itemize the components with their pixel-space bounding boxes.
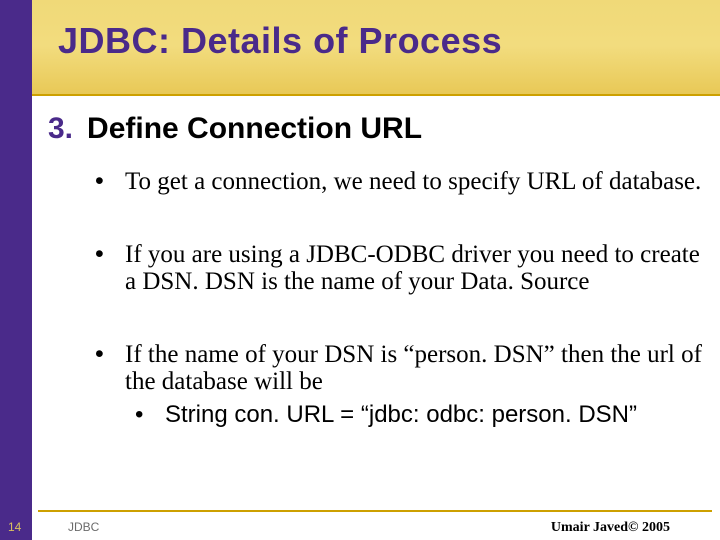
list-item: If the name of your DSN is “person. DSN”… (95, 341, 710, 429)
slide-title: JDBC: Details of Process (58, 20, 502, 62)
left-stripe (0, 0, 32, 540)
list-item: If you are using a JDBC-ODBC driver you … (95, 241, 710, 295)
section-number: 3. (48, 112, 73, 146)
section-heading-row: 3. Define Connection URL (48, 112, 422, 146)
footer-label: JDBC (68, 520, 99, 534)
list-item: To get a connection, we need to specify … (95, 168, 710, 195)
bullet-list: To get a connection, we need to specify … (95, 168, 710, 475)
footer: 14 JDBC Umair Javed© 2005 (0, 510, 720, 540)
page-number: 14 (8, 520, 21, 534)
footer-rule (38, 510, 712, 512)
list-item-text: If the name of your DSN is “person. DSN”… (125, 341, 702, 395)
sub-list-item: String con. URL = “jdbc: odbc: person. D… (135, 401, 710, 429)
copyright: Umair Javed© 2005 (551, 520, 670, 536)
section-heading: Define Connection URL (87, 112, 422, 146)
